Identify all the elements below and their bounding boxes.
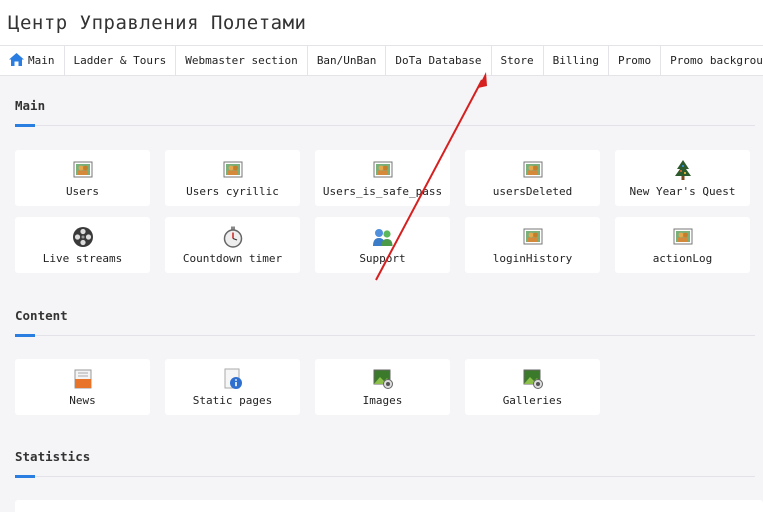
section-title-statistics: Statistics bbox=[15, 449, 91, 464]
tile-live-streams[interactable]: Live streams bbox=[15, 217, 150, 273]
tile-label: News bbox=[69, 394, 96, 407]
tile-label: Support bbox=[359, 252, 406, 265]
tile-label: Users bbox=[65, 185, 100, 198]
nav-item-dota-database[interactable]: DoTa Database bbox=[386, 46, 492, 75]
tile-label: Countdown timer bbox=[182, 252, 283, 265]
section-divider bbox=[15, 335, 755, 336]
tile-label: New Year's Quest bbox=[629, 185, 736, 198]
tile-label: actionLog bbox=[652, 252, 713, 265]
nav-item-promo-background[interactable]: Promo background bbox=[661, 46, 763, 75]
christmas-tree-icon bbox=[674, 160, 691, 180]
stopwatch-icon bbox=[223, 226, 242, 248]
image-icon bbox=[373, 369, 393, 389]
users-icon bbox=[223, 161, 242, 178]
tile-support[interactable]: Support bbox=[315, 217, 450, 273]
nav-item-main[interactable]: Main bbox=[0, 46, 65, 75]
tile-label: Users cyrillic bbox=[186, 185, 279, 198]
gallery-icon bbox=[523, 369, 543, 389]
section-title-main: Main bbox=[15, 98, 46, 113]
home-icon bbox=[9, 52, 24, 69]
tile-label: Galleries bbox=[502, 394, 563, 407]
film-reel-icon bbox=[72, 227, 93, 247]
tile-label: Static pages bbox=[192, 394, 273, 407]
tile-label: Images bbox=[362, 394, 403, 407]
section-divider bbox=[15, 125, 755, 126]
tile-static-pages[interactable]: Static pages bbox=[165, 359, 300, 415]
tile-label: Users_is_safe_pass bbox=[322, 185, 443, 198]
tile-label: Live streams bbox=[42, 252, 123, 265]
tile-galleries[interactable]: Galleries bbox=[465, 359, 600, 415]
tile-users-cyrillic[interactable]: Users cyrillic bbox=[165, 150, 300, 206]
users-icon bbox=[523, 228, 542, 245]
tile-images[interactable]: Images bbox=[315, 359, 450, 415]
section-divider bbox=[15, 476, 755, 477]
nav-item-promo[interactable]: Promo bbox=[609, 46, 662, 75]
section-accent-bar bbox=[15, 475, 35, 478]
section-accent-bar bbox=[15, 124, 35, 127]
site-title: Центр Управления Полетами bbox=[8, 12, 307, 34]
tile-new-years-quest[interactable]: New Year's Quest bbox=[615, 150, 750, 206]
tile-label: loginHistory bbox=[492, 252, 573, 265]
nav-item-store[interactable]: Store bbox=[492, 46, 544, 75]
tile-users-deleted[interactable]: usersDeleted bbox=[465, 150, 600, 206]
statistics-card bbox=[15, 500, 763, 512]
top-navbar: Main Ladder & Tours Webmaster section Ba… bbox=[0, 46, 763, 76]
tile-label: usersDeleted bbox=[492, 185, 573, 198]
header: Центр Управления Полетами bbox=[0, 0, 763, 46]
section-title-content: Content bbox=[15, 308, 68, 323]
news-icon bbox=[74, 369, 91, 389]
nav-item-ladder-tours[interactable]: Ladder & Tours bbox=[65, 46, 177, 75]
nav-item-webmaster[interactable]: Webmaster section bbox=[176, 46, 308, 75]
tile-countdown-timer[interactable]: Countdown timer bbox=[165, 217, 300, 273]
support-people-icon bbox=[372, 229, 392, 246]
tile-action-log[interactable]: actionLog bbox=[615, 217, 750, 273]
tile-news[interactable]: News bbox=[15, 359, 150, 415]
users-icon bbox=[673, 228, 692, 245]
tile-users[interactable]: Users bbox=[15, 150, 150, 206]
nav-item-label: Main bbox=[28, 54, 55, 67]
tile-login-history[interactable]: loginHistory bbox=[465, 217, 600, 273]
info-page-icon bbox=[224, 368, 242, 389]
users-icon bbox=[523, 161, 542, 178]
tile-users-is-safe-pass[interactable]: Users_is_safe_pass bbox=[315, 150, 450, 206]
section-accent-bar bbox=[15, 334, 35, 337]
nav-item-ban-unban[interactable]: Ban/UnBan bbox=[308, 46, 387, 75]
users-icon bbox=[373, 161, 392, 178]
nav-item-billing[interactable]: Billing bbox=[544, 46, 609, 75]
users-icon bbox=[73, 161, 92, 178]
